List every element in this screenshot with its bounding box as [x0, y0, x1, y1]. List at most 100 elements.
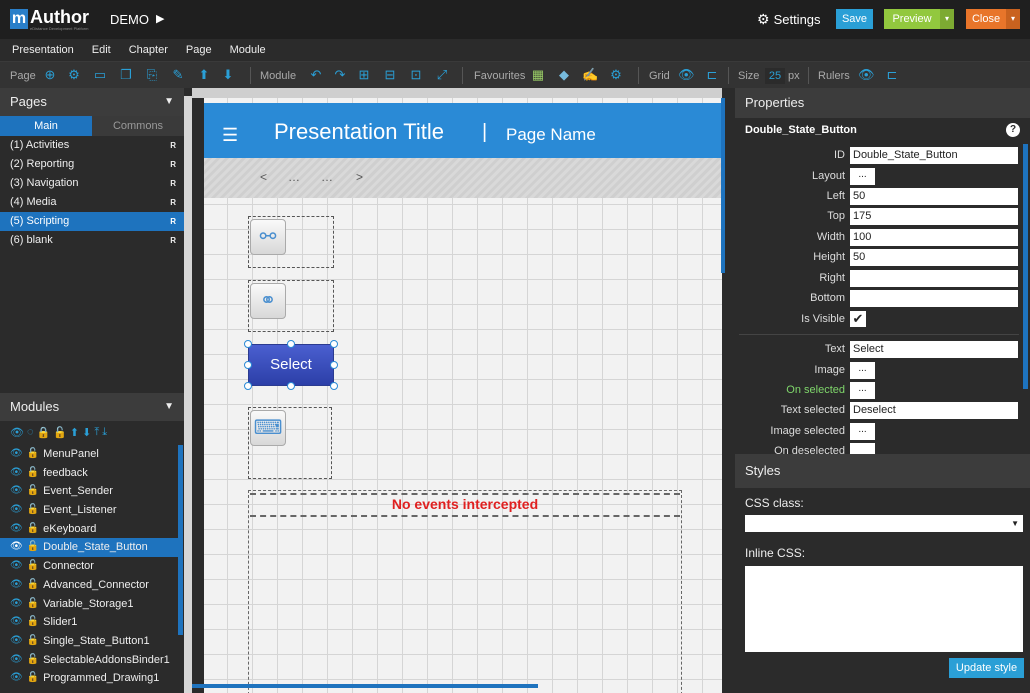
lock-icon[interactable]: 🔓	[27, 482, 39, 501]
modules-scrollbar[interactable]	[178, 445, 183, 635]
lock-icon[interactable]: 🔓	[27, 557, 39, 576]
nav-next[interactable]: >	[356, 170, 363, 184]
page-item[interactable]: (3) Navigation R	[0, 174, 184, 193]
left-field[interactable]: 50	[850, 188, 1018, 205]
rulers-eye-icon[interactable]: 👁	[858, 67, 875, 83]
move-up-icon[interactable]: ⬆	[70, 426, 79, 439]
group-icon[interactable]: ⊡	[408, 67, 424, 83]
lock-icon[interactable]: 🔓	[27, 576, 39, 595]
unlock-all-icon[interactable]: 🔓	[53, 426, 67, 439]
layout-button[interactable]: ...	[850, 168, 875, 185]
preview-dropdown-icon[interactable]: ▾	[940, 9, 954, 29]
menu-module[interactable]: Module	[230, 44, 266, 56]
preview-button[interactable]: Preview	[884, 9, 940, 29]
copy-page-icon[interactable]: ❐	[118, 67, 134, 83]
canvas-vertical-scrollbar[interactable]	[721, 98, 725, 273]
hide-all-icon[interactable]: ◌	[27, 426, 34, 438]
lock-icon[interactable]: 🔓	[27, 538, 39, 557]
move-top-icon[interactable]: ⤒	[94, 426, 99, 439]
resize-handle[interactable]	[287, 382, 295, 390]
resize-handle[interactable]	[287, 340, 295, 348]
connector-link-icon[interactable]: ⚯	[250, 219, 286, 255]
menu-icon[interactable]: ☰	[222, 125, 238, 146]
arrow-down-icon[interactable]: ⬇	[220, 67, 236, 83]
event-listener-addon[interactable]	[248, 490, 682, 693]
save-button[interactable]: Save	[836, 9, 873, 29]
paste-page-icon[interactable]: ⎘	[144, 67, 160, 83]
grid-size-input[interactable]: 25	[765, 68, 785, 84]
double-state-button[interactable]: Select	[248, 344, 334, 386]
lock-icon[interactable]: 🔓	[27, 632, 39, 651]
close-dropdown-icon[interactable]: ▾	[1006, 9, 1020, 29]
text-field[interactable]: Select	[850, 341, 1018, 358]
close-button[interactable]: Close	[966, 9, 1006, 29]
rulers-snap-icon[interactable]: ⊏	[884, 67, 900, 83]
top-field[interactable]: 175	[850, 208, 1018, 225]
page-item[interactable]: (6) blank R	[0, 231, 184, 250]
module-item[interactable]: 👁 🔓 eKeyboard	[0, 520, 178, 539]
eye-icon[interactable]: 👁	[10, 557, 23, 576]
width-field[interactable]: 100	[850, 229, 1018, 246]
lock-icon[interactable]: 🔓	[27, 445, 39, 464]
module-item[interactable]: 👁 🔓 SelectableAddonsBinder1	[0, 651, 178, 670]
page-item[interactable]: (1) Activities R	[0, 136, 184, 155]
resize-handle[interactable]	[244, 382, 252, 390]
lock-all-icon[interactable]: 🔒	[37, 426, 51, 439]
eye-icon[interactable]: 👁	[10, 501, 23, 520]
nav-prev[interactable]: <	[260, 170, 267, 184]
menu-edit[interactable]: Edit	[92, 44, 111, 56]
modules-panel-header[interactable]: Modules ▼	[0, 393, 184, 421]
eye-icon[interactable]: 👁	[10, 632, 23, 651]
eye-icon[interactable]: 👁	[10, 595, 23, 614]
menu-chapter[interactable]: Chapter	[129, 44, 168, 56]
chain-link-icon[interactable]: ⚭	[250, 283, 286, 319]
eye-icon[interactable]: 👁	[10, 538, 23, 557]
module-item[interactable]: 👁 🔓 Event_Sender	[0, 482, 178, 501]
tab-main[interactable]: Main	[0, 116, 92, 136]
tab-commons[interactable]: Commons	[92, 116, 184, 136]
image-selected-button[interactable]: ...	[850, 423, 875, 440]
project-arrow-icon[interactable]: ▶	[156, 12, 164, 25]
image-addon-icon[interactable]: ▦	[530, 67, 546, 83]
settings-button[interactable]: ⚙ Settings	[757, 11, 821, 28]
lock-icon[interactable]: 🔓	[27, 613, 39, 632]
page-settings-icon[interactable]: ⚙	[66, 67, 82, 83]
pages-panel-header[interactable]: Pages ▼	[0, 88, 184, 116]
eye-icon[interactable]: 👁	[10, 669, 23, 688]
module-item[interactable]: 👁 🔓 Variable_Storage1	[0, 595, 178, 614]
lock-icon[interactable]: 🔓	[27, 669, 39, 688]
grid-eye-icon[interactable]: 👁	[678, 67, 695, 83]
help-icon[interactable]: ?	[1006, 123, 1020, 137]
distribute-icon[interactable]: ⊟	[382, 67, 398, 83]
menu-page[interactable]: Page	[186, 44, 212, 56]
bottom-field[interactable]	[850, 290, 1018, 307]
abc-addon-icon[interactable]: ✍	[582, 67, 598, 83]
add-page-icon[interactable]: ⊕	[42, 67, 58, 83]
resize-handle[interactable]	[244, 361, 252, 369]
module-item[interactable]: 👁 🔓 Event_Listener	[0, 501, 178, 520]
page-layout-icon[interactable]: ▭	[92, 67, 108, 83]
eye-icon[interactable]: 👁	[10, 445, 23, 464]
eye-icon[interactable]: 👁	[10, 520, 23, 539]
text-selected-field[interactable]: Deselect	[850, 402, 1018, 419]
canvas-horizontal-scrollbar[interactable]	[192, 684, 538, 688]
eye-icon[interactable]: 👁	[10, 651, 23, 670]
module-item[interactable]: 👁 🔓 Programmed_Drawing1	[0, 669, 178, 688]
is-visible-checkbox[interactable]: ✔	[850, 311, 866, 327]
properties-scrollbar[interactable]	[1023, 144, 1028, 389]
nav-dots[interactable]: …	[288, 170, 300, 184]
move-down-icon[interactable]: ⬇	[82, 426, 91, 439]
module-item-selected[interactable]: 👁 🔓 Double_State_Button	[0, 538, 178, 558]
resize-handle[interactable]	[330, 361, 338, 369]
inline-css-textarea[interactable]	[745, 566, 1023, 652]
page-item[interactable]: (4) Media R	[0, 193, 184, 212]
eye-icon[interactable]: 👁	[10, 464, 23, 483]
eye-icon[interactable]: 👁	[10, 482, 23, 501]
height-field[interactable]: 50	[850, 249, 1018, 266]
page-item[interactable]: (2) Reporting R	[0, 155, 184, 174]
redo-icon[interactable]: ↷	[332, 67, 348, 83]
resize-icon[interactable]: ⤢	[434, 67, 450, 83]
lock-icon[interactable]: 🔓	[27, 501, 39, 520]
collapse-icon[interactable]: ▼	[164, 88, 174, 116]
show-all-icon[interactable]: 👁	[10, 426, 24, 439]
